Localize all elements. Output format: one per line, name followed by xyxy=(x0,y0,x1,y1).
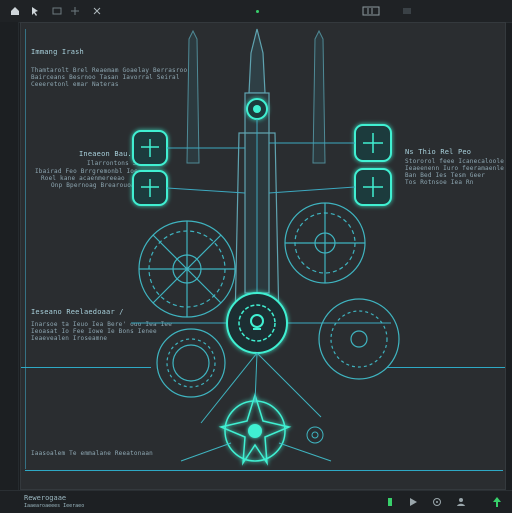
lower-star-gear xyxy=(218,392,292,466)
panel-icon[interactable] xyxy=(52,6,62,16)
person-icon[interactable] xyxy=(456,497,466,507)
gear-machine-illustration xyxy=(131,28,400,466)
layers-icon[interactable] xyxy=(402,6,412,16)
gear-right-lower xyxy=(318,298,400,380)
artwork-canvas: Immang Irash Thamtarolt Brel Reaemam Goa… xyxy=(20,22,506,490)
status-left-label: Rewerogaae xyxy=(24,494,67,502)
settings-icon[interactable] xyxy=(432,497,442,507)
small-gear-bottom-right xyxy=(306,426,324,444)
top-glow-gem xyxy=(246,98,268,120)
status-sub-label: Iaaearoaeees Ieeraeo xyxy=(24,503,85,509)
lower-struts xyxy=(180,352,332,462)
green-indicator-icon xyxy=(388,498,392,506)
gear-left-lower xyxy=(156,328,226,398)
sparkle-icon[interactable] xyxy=(70,6,80,16)
top-toolbar xyxy=(0,0,512,23)
arrow-up-icon[interactable] xyxy=(492,496,502,508)
left-rail xyxy=(0,22,19,490)
left-tower xyxy=(186,29,200,164)
home-icon[interactable] xyxy=(10,6,20,16)
expand-icon[interactable] xyxy=(92,6,102,16)
right-pod xyxy=(354,124,392,206)
frame-icon[interactable] xyxy=(362,6,380,16)
gear-right-large xyxy=(284,202,366,284)
left-pod xyxy=(132,130,168,206)
gear-left-large xyxy=(138,220,236,318)
center-core xyxy=(226,292,288,354)
cursor-icon[interactable] xyxy=(30,6,40,16)
status-bar: Rewerogaae Iaaearoaeees Ieeraeo xyxy=(0,490,512,513)
play-icon[interactable] xyxy=(408,497,418,507)
status-dot xyxy=(256,10,259,13)
